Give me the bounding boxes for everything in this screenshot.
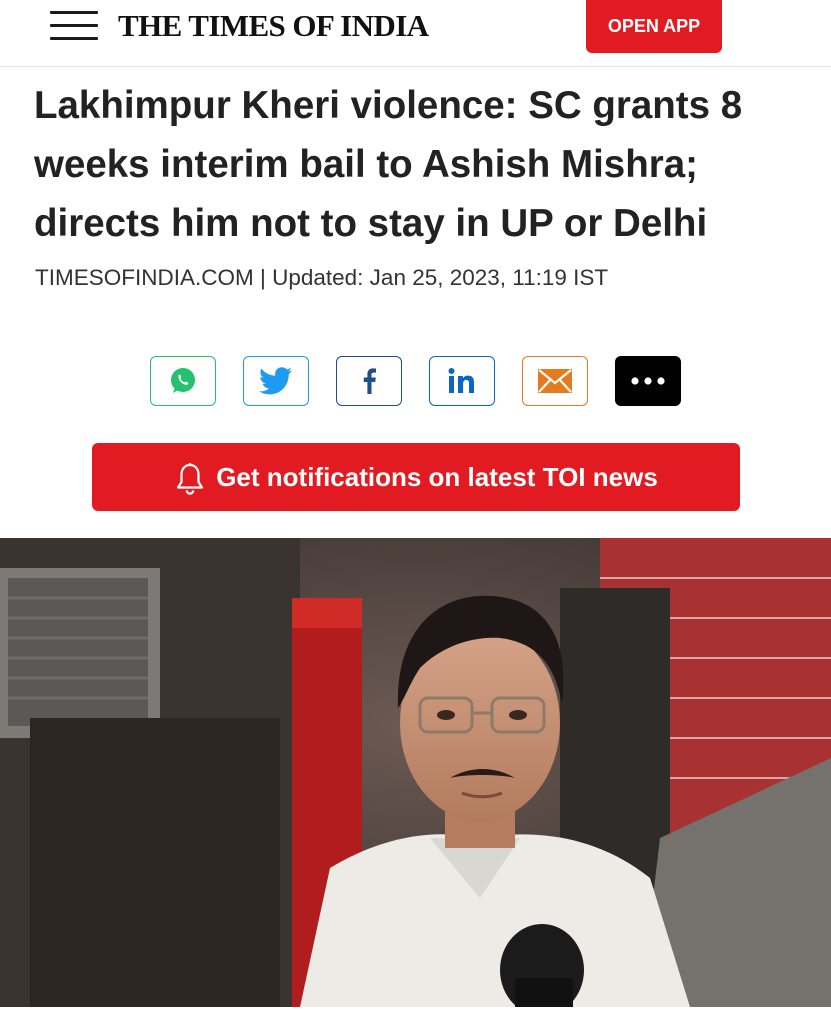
facebook-share-button[interactable] bbox=[336, 356, 402, 406]
article-byline: TIMESOFINDIA.COM | Updated: Jan 25, 2023… bbox=[35, 265, 608, 291]
email-icon bbox=[538, 369, 572, 393]
article-photo-graphic bbox=[0, 538, 831, 1007]
more-dots-icon bbox=[631, 377, 665, 385]
hamburger-menu-icon[interactable] bbox=[50, 11, 98, 41]
top-bar: THE TIMES OF INDIA OPEN APP bbox=[0, 0, 831, 67]
whatsapp-share-button[interactable] bbox=[150, 356, 216, 406]
open-app-button[interactable]: OPEN APP bbox=[586, 0, 722, 53]
email-share-button[interactable] bbox=[522, 356, 588, 406]
article-photo[interactable] bbox=[0, 538, 831, 1007]
linkedin-share-button[interactable] bbox=[429, 356, 495, 406]
twitter-share-button[interactable] bbox=[243, 356, 309, 406]
twitter-icon bbox=[259, 367, 292, 395]
whatsapp-icon bbox=[171, 368, 195, 393]
article-headline: Lakhimpur Kheri violence: SC grants 8 we… bbox=[34, 84, 743, 245]
article-updated-time: Updated: Jan 25, 2023, 11:19 IST bbox=[272, 265, 609, 290]
article-source[interactable]: TIMESOFINDIA.COM bbox=[35, 265, 254, 290]
site-logo[interactable]: THE TIMES OF INDIA bbox=[118, 8, 429, 44]
linkedin-icon bbox=[448, 368, 474, 393]
bell-icon bbox=[177, 463, 204, 495]
byline-separator: | bbox=[253, 265, 273, 290]
share-bar bbox=[0, 356, 831, 408]
more-share-button[interactable] bbox=[615, 356, 681, 406]
notifications-label: Get notifications on latest TOI news bbox=[216, 461, 658, 492]
get-notifications-button[interactable]: Get notifications on latest TOI news bbox=[92, 443, 740, 511]
facebook-icon bbox=[363, 368, 376, 394]
